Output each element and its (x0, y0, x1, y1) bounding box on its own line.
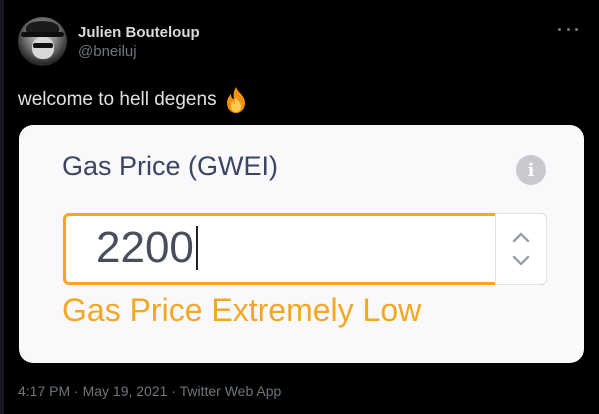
user-info: Julien Bouteloup @bneiluj (78, 24, 200, 62)
avatar[interactable] (18, 17, 67, 66)
author-handle[interactable]: @bneiluj (78, 42, 200, 62)
tweet-body: welcome to hell degens (18, 86, 249, 114)
gas-price-warning: Gas Price Extremely Low (62, 292, 422, 328)
chevron-down-icon[interactable] (508, 249, 534, 273)
gas-price-value: 2200 (96, 223, 194, 272)
text-caret (195, 226, 198, 270)
gas-price-label: Gas Price (GWEI) (62, 151, 279, 181)
tweet-timestamp[interactable]: 4:17 PM · May 19, 2021 · Twitter Web App (18, 383, 281, 399)
gas-price-input-value[interactable]: 2200 (96, 222, 198, 274)
left-frame-edge (0, 0, 4, 414)
chevron-up-icon[interactable] (508, 225, 534, 249)
more-options-icon[interactable] (558, 23, 578, 35)
tweet-text: welcome to hell degens (18, 89, 217, 110)
gas-price-card: Gas Price (GWEI) i 2200 Gas Price Extrem… (19, 125, 584, 363)
gas-price-input[interactable]: 2200 (63, 213, 547, 285)
tweet-header: Julien Bouteloup @bneiluj (18, 17, 588, 69)
fire-icon (223, 86, 249, 114)
author-display-name[interactable]: Julien Bouteloup (78, 24, 200, 42)
info-icon[interactable]: i (516, 155, 546, 185)
gas-price-stepper[interactable] (495, 213, 547, 285)
